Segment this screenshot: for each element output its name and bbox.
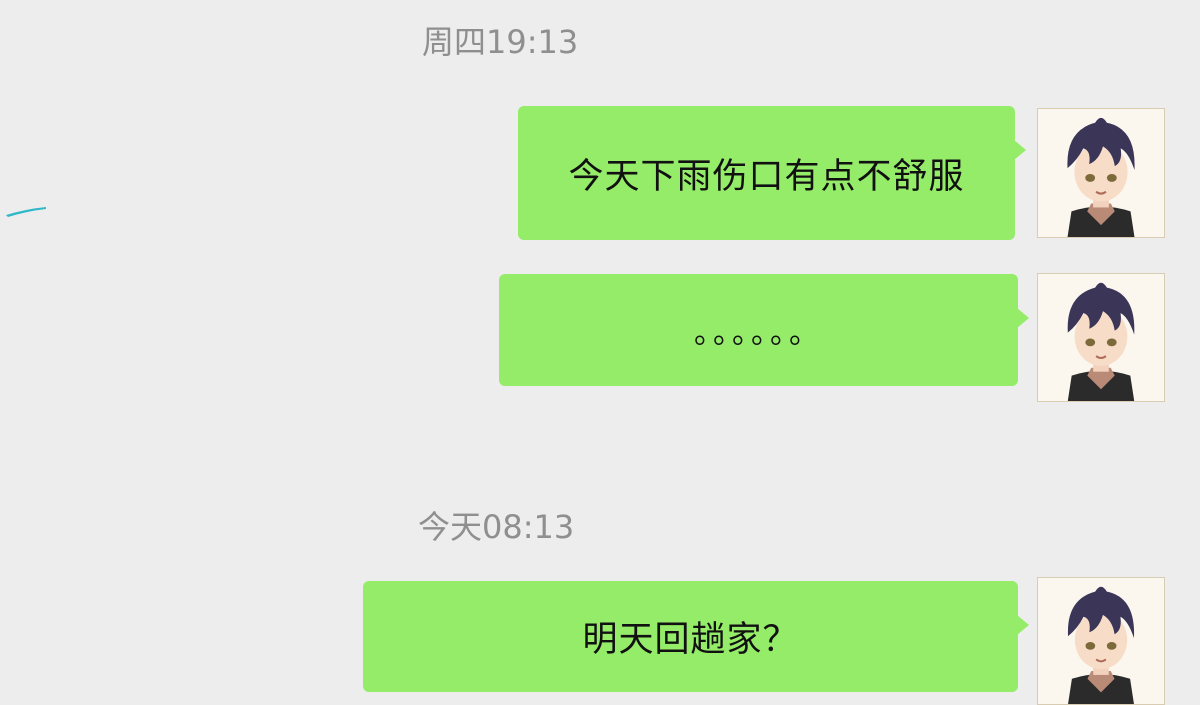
message-bubble[interactable]: 明天回趟家？ (363, 581, 1029, 692)
avatar[interactable] (1037, 273, 1165, 402)
avatar[interactable] (1037, 108, 1165, 238)
avatar[interactable] (1037, 577, 1165, 705)
anime-boy-avatar-icon (1038, 109, 1164, 237)
message-text: 明天回趟家？ (582, 620, 799, 660)
timestamp: 周四19:13 (422, 23, 579, 61)
message-bubble[interactable]: 。。。。。。 (499, 274, 1029, 386)
message-text: 今天下雨伤口有点不舒服 (568, 156, 965, 197)
message-text: 。。。。。。 (694, 316, 823, 351)
timestamp: 今天08:13 (418, 508, 575, 546)
edge-accent-icon (6, 207, 46, 217)
anime-boy-avatar-icon (1038, 274, 1164, 401)
chat-window: 周四19:13 今天下雨伤口有点不舒服 。。。。。。 今天08:13 明天回趟家… (0, 0, 1200, 705)
message-bubble[interactable]: 今天下雨伤口有点不舒服 (518, 106, 1026, 240)
anime-boy-avatar-icon (1038, 578, 1164, 704)
